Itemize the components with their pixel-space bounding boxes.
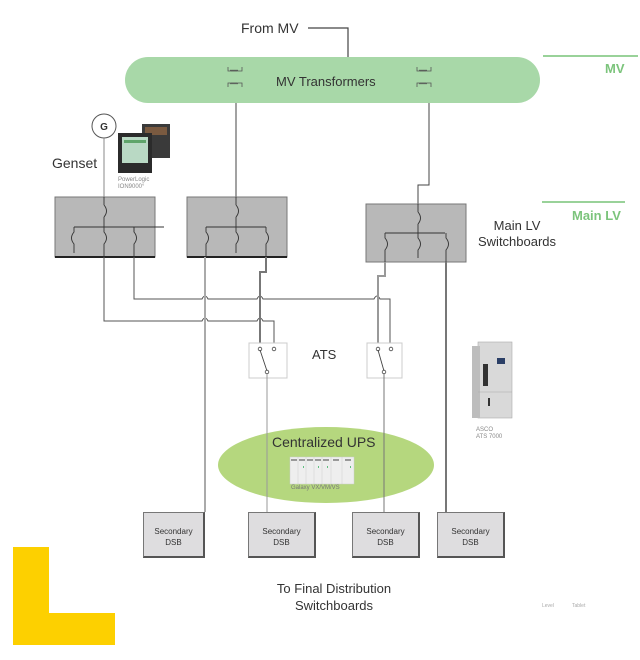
from-mv-label: From MV [241, 20, 299, 36]
asco-caption: ASCO ATS 7000 [476, 427, 502, 441]
secondary-dsb-3: Secondary DSB [352, 512, 420, 558]
single-line-diagram: G [54, 27, 638, 512]
genset-label: Genset [52, 155, 98, 171]
ats-label: ATS [312, 347, 337, 362]
asco-caption-line1: ASCO [476, 427, 494, 433]
final-distribution-label-line2: Switchboards [294, 598, 374, 613]
ups-label: Centralized UPS [272, 434, 376, 450]
main-lv-switchboards-label: Main LV Switchboards [478, 218, 556, 250]
secondary-dsb-line1: Secondary [451, 527, 490, 536]
secondary-dsb-line2: DSB [462, 538, 479, 547]
ats-switch-1 [248, 342, 288, 379]
main-lv-switchboard-2 [186, 196, 288, 258]
main-lv-switchboard-3 [365, 203, 467, 263]
ats-switch-2 [366, 342, 403, 379]
feeder-sb2-to-ats1 [259, 257, 267, 350]
secondary-dsb-line1: Secondary [154, 527, 193, 536]
footer-note-2: Tablet [572, 603, 586, 609]
mv-feed-line [308, 27, 349, 57]
secondary-dsb-line1: Secondary [366, 527, 405, 536]
genset-g-symbol: G [100, 122, 108, 133]
feeder-sb3-to-ats2 [377, 262, 386, 350]
powerlogic-caption-line1: PowerLogic [118, 177, 150, 183]
secondary-dsb-line2: DSB [273, 538, 290, 547]
powerlogic-caption: PowerLogic ION9000° [118, 177, 149, 191]
final-distribution-label: To Final Distribution Switchboards [260, 580, 408, 614]
main-lv-switchboard-1 [54, 196, 164, 258]
powerlogic-caption-line2: ION9000° [118, 184, 145, 190]
secondary-dsb-4: Secondary DSB [437, 512, 505, 558]
main-lv-switchboards-label-line1: Main LV [493, 218, 541, 233]
bus-b [103, 257, 275, 343]
final-distribution-label-line1: To Final Distribution [276, 581, 392, 596]
bus-a [133, 257, 202, 300]
secondary-dsb-2: Secondary DSB [248, 512, 316, 558]
asco-ats-image [472, 341, 513, 419]
brand-logo-horizontal [13, 613, 115, 645]
secondary-dsb-line1: Secondary [262, 527, 301, 536]
footer-note-1: Level [542, 603, 554, 609]
secondary-dsb-line2: DSB [165, 538, 182, 547]
galaxy-ups-image [289, 456, 355, 485]
powerlogic-meter-image [118, 124, 170, 173]
mv-level-label: MV [605, 61, 625, 76]
mv-transformers-label: MV Transformers [276, 74, 376, 89]
secondary-dsb-1: Secondary DSB [143, 512, 205, 558]
mv-feeder-2 [417, 103, 430, 204]
galaxy-caption: Galaxy VX/VM/VS [291, 485, 340, 491]
asco-caption-line2: ATS 7000 [476, 434, 503, 440]
secondary-dsb-line2: DSB [377, 538, 394, 547]
main-lv-switchboards-label-line2: Switchboards [478, 234, 557, 249]
main-lv-level-label: Main LV [572, 208, 621, 223]
